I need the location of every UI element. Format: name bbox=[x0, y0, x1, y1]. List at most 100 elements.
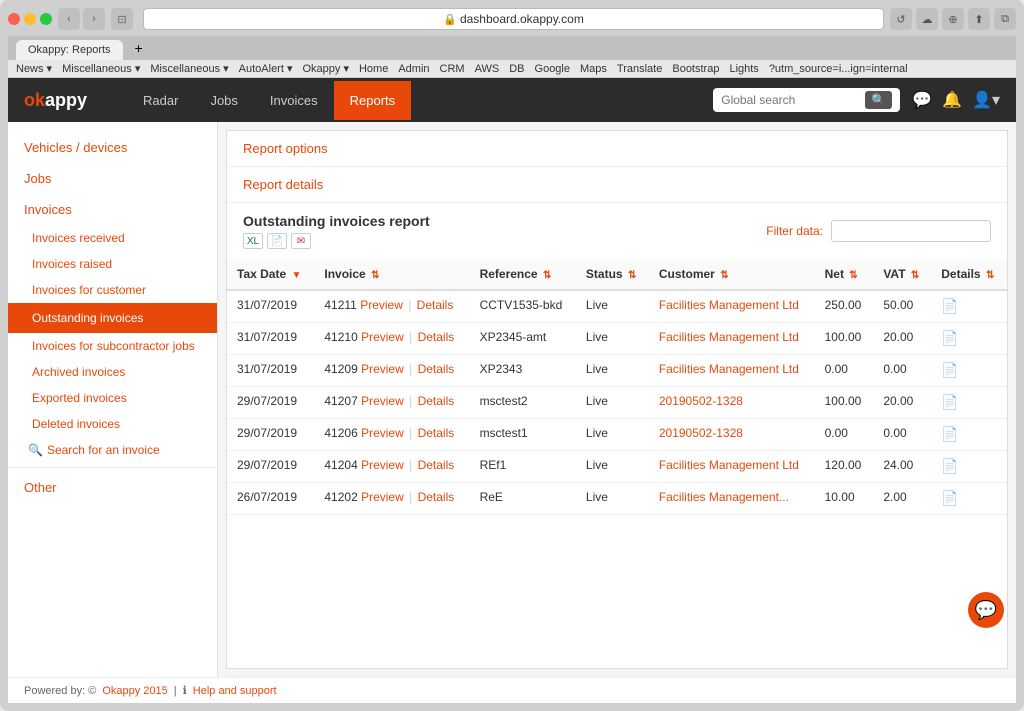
back-button[interactable]: ‹ bbox=[58, 8, 80, 30]
sidebar-item-invoices-customer[interactable]: Invoices for customer bbox=[8, 277, 217, 303]
bookmark-lights[interactable]: Lights bbox=[729, 62, 758, 75]
sidebar-section-jobs[interactable]: Jobs bbox=[8, 163, 217, 194]
chat-icon[interactable]: 💬 bbox=[912, 90, 932, 110]
search-button[interactable]: 🔍 bbox=[865, 91, 892, 109]
bookmark-misc1[interactable]: Miscellaneous ▾ bbox=[62, 62, 140, 75]
user-menu-icon[interactable]: 👤▾ bbox=[972, 90, 1000, 110]
shield-button[interactable]: ⊕ bbox=[942, 8, 964, 30]
doc-icon[interactable]: 📄 bbox=[941, 298, 958, 314]
filter-input[interactable] bbox=[831, 220, 991, 242]
doc-icon[interactable]: 📄 bbox=[941, 362, 958, 378]
col-reference[interactable]: Reference ⇅ bbox=[470, 259, 576, 290]
invoice-details-link[interactable]: Details bbox=[418, 458, 455, 472]
cloud-button[interactable]: ☁ bbox=[916, 8, 938, 30]
col-net[interactable]: Net ⇅ bbox=[815, 259, 874, 290]
col-tax-date[interactable]: Tax Date ▼ bbox=[227, 259, 314, 290]
sidebar-item-deleted-invoices[interactable]: Deleted invoices bbox=[8, 411, 217, 437]
table-row: 29/07/2019 41204 Preview | Details REf1 … bbox=[227, 451, 1007, 483]
bookmark-maps[interactable]: Maps bbox=[580, 62, 607, 75]
help-support-link[interactable]: Help and support bbox=[193, 685, 277, 697]
invoice-preview-link[interactable]: Preview bbox=[361, 362, 404, 376]
customer-link[interactable]: Facilities Management Ltd bbox=[659, 298, 799, 312]
customer-link[interactable]: Facilities Management Ltd bbox=[659, 330, 799, 344]
col-vat[interactable]: VAT ⇅ bbox=[873, 259, 931, 290]
col-customer[interactable]: Customer ⇅ bbox=[649, 259, 815, 290]
invoice-details-link[interactable]: Details bbox=[418, 394, 455, 408]
sidebar-item-invoices-subcontractor[interactable]: Invoices for subcontractor jobs bbox=[8, 333, 217, 359]
close-button[interactable] bbox=[8, 13, 20, 25]
bookmark-home[interactable]: Home bbox=[359, 62, 388, 75]
maximize-button[interactable] bbox=[40, 13, 52, 25]
export-email-button[interactable]: ✉ bbox=[291, 233, 311, 249]
bookmark-admin[interactable]: Admin bbox=[398, 62, 429, 75]
sidebar-section-vehicles[interactable]: Vehicles / devices bbox=[8, 132, 217, 163]
bookmark-news[interactable]: News ▾ bbox=[16, 62, 52, 75]
bookmark-bootstrap[interactable]: Bootstrap bbox=[672, 62, 719, 75]
report-details-link[interactable]: Report details bbox=[243, 177, 323, 192]
bookmark-google[interactable]: Google bbox=[535, 62, 570, 75]
share-button[interactable]: ⬆ bbox=[968, 8, 990, 30]
customer-link[interactable]: Facilities Management Ltd bbox=[659, 362, 799, 376]
nav-invoices[interactable]: Invoices bbox=[254, 81, 334, 120]
doc-icon[interactable]: 📄 bbox=[941, 394, 958, 410]
invoice-details-link[interactable]: Details bbox=[417, 298, 454, 312]
bookmark-aws[interactable]: AWS bbox=[475, 62, 500, 75]
bookmark-autoalert[interactable]: AutoAlert ▾ bbox=[239, 62, 293, 75]
minimize-button[interactable] bbox=[24, 13, 36, 25]
window-button[interactable]: ⊡ bbox=[111, 8, 133, 30]
invoice-preview-link[interactable]: Preview bbox=[361, 458, 404, 472]
doc-icon[interactable]: 📄 bbox=[941, 426, 958, 442]
forward-button[interactable]: › bbox=[83, 8, 105, 30]
window2-button[interactable]: ⧉ bbox=[994, 8, 1016, 30]
sidebar-item-archived-invoices[interactable]: Archived invoices bbox=[8, 359, 217, 385]
customer-link[interactable]: Facilities Management Ltd bbox=[659, 458, 799, 472]
customer-link[interactable]: 20190502-1328 bbox=[659, 394, 743, 408]
nav-jobs[interactable]: Jobs bbox=[194, 81, 253, 120]
doc-icon[interactable]: 📄 bbox=[941, 330, 958, 346]
sidebar-item-search-invoice[interactable]: 🔍 Search for an invoice bbox=[8, 437, 217, 463]
sidebar-item-exported-invoices[interactable]: Exported invoices bbox=[8, 385, 217, 411]
footer-brand-link[interactable]: Okappy 2015 bbox=[102, 685, 167, 697]
bookmark-okappy[interactable]: Okappy ▾ bbox=[302, 62, 349, 75]
invoice-details-link[interactable]: Details bbox=[418, 362, 455, 376]
app-logo[interactable]: okappy bbox=[24, 90, 87, 111]
bookmark-translate[interactable]: Translate bbox=[617, 62, 662, 75]
doc-icon[interactable]: 📄 bbox=[941, 490, 958, 506]
search-input[interactable] bbox=[721, 93, 861, 107]
invoice-preview-link[interactable]: Preview bbox=[361, 394, 404, 408]
address-bar[interactable]: 🔒 dashboard.okappy.com bbox=[143, 8, 884, 30]
sidebar-item-invoices-received[interactable]: Invoices received bbox=[8, 225, 217, 251]
doc-icon[interactable]: 📄 bbox=[941, 458, 958, 474]
customer-link[interactable]: Facilities Management... bbox=[659, 490, 789, 504]
customer-link[interactable]: 20190502-1328 bbox=[659, 426, 743, 440]
invoice-preview-link[interactable]: Preview bbox=[361, 426, 404, 440]
invoice-preview-link[interactable]: Preview bbox=[361, 490, 404, 504]
report-options-link[interactable]: Report options bbox=[243, 141, 328, 156]
col-invoice[interactable]: Invoice ⇅ bbox=[314, 259, 469, 290]
invoice-details-link[interactable]: Details bbox=[418, 490, 455, 504]
invoice-details-link[interactable]: Details bbox=[418, 330, 455, 344]
bookmark-crm[interactable]: CRM bbox=[440, 62, 465, 75]
sidebar-section-other[interactable]: Other bbox=[8, 472, 217, 503]
reload-button[interactable]: ↺ bbox=[890, 8, 912, 30]
col-status[interactable]: Status ⇅ bbox=[576, 259, 649, 290]
invoice-preview-link[interactable]: Preview bbox=[361, 330, 404, 344]
chat-bubble[interactable]: 💬 bbox=[968, 592, 1004, 628]
sidebar-item-invoices-raised[interactable]: Invoices raised bbox=[8, 251, 217, 277]
active-tab[interactable]: Okappy: Reports bbox=[16, 40, 123, 60]
notification-icon[interactable]: 🔔 bbox=[942, 90, 962, 110]
nav-reports[interactable]: Reports bbox=[334, 81, 412, 120]
nav-radar[interactable]: Radar bbox=[127, 81, 194, 120]
footer-separator: | bbox=[174, 685, 177, 697]
bookmark-db[interactable]: DB bbox=[509, 62, 524, 75]
col-details[interactable]: Details ⇅ bbox=[931, 259, 1007, 290]
invoice-preview-link[interactable]: Preview bbox=[360, 298, 403, 312]
sidebar-section-invoices[interactable]: Invoices bbox=[8, 194, 217, 225]
bookmark-utm[interactable]: ?utm_source=i...ign=internal bbox=[769, 62, 908, 75]
export-csv-button[interactable]: 📄 bbox=[267, 233, 287, 249]
bookmark-misc2[interactable]: Miscellaneous ▾ bbox=[150, 62, 228, 75]
sidebar-item-outstanding-invoices[interactable]: Outstanding invoices bbox=[8, 303, 217, 333]
export-xl-button[interactable]: XL bbox=[243, 233, 263, 249]
new-tab-button[interactable]: + bbox=[127, 36, 151, 60]
invoice-details-link[interactable]: Details bbox=[418, 426, 455, 440]
